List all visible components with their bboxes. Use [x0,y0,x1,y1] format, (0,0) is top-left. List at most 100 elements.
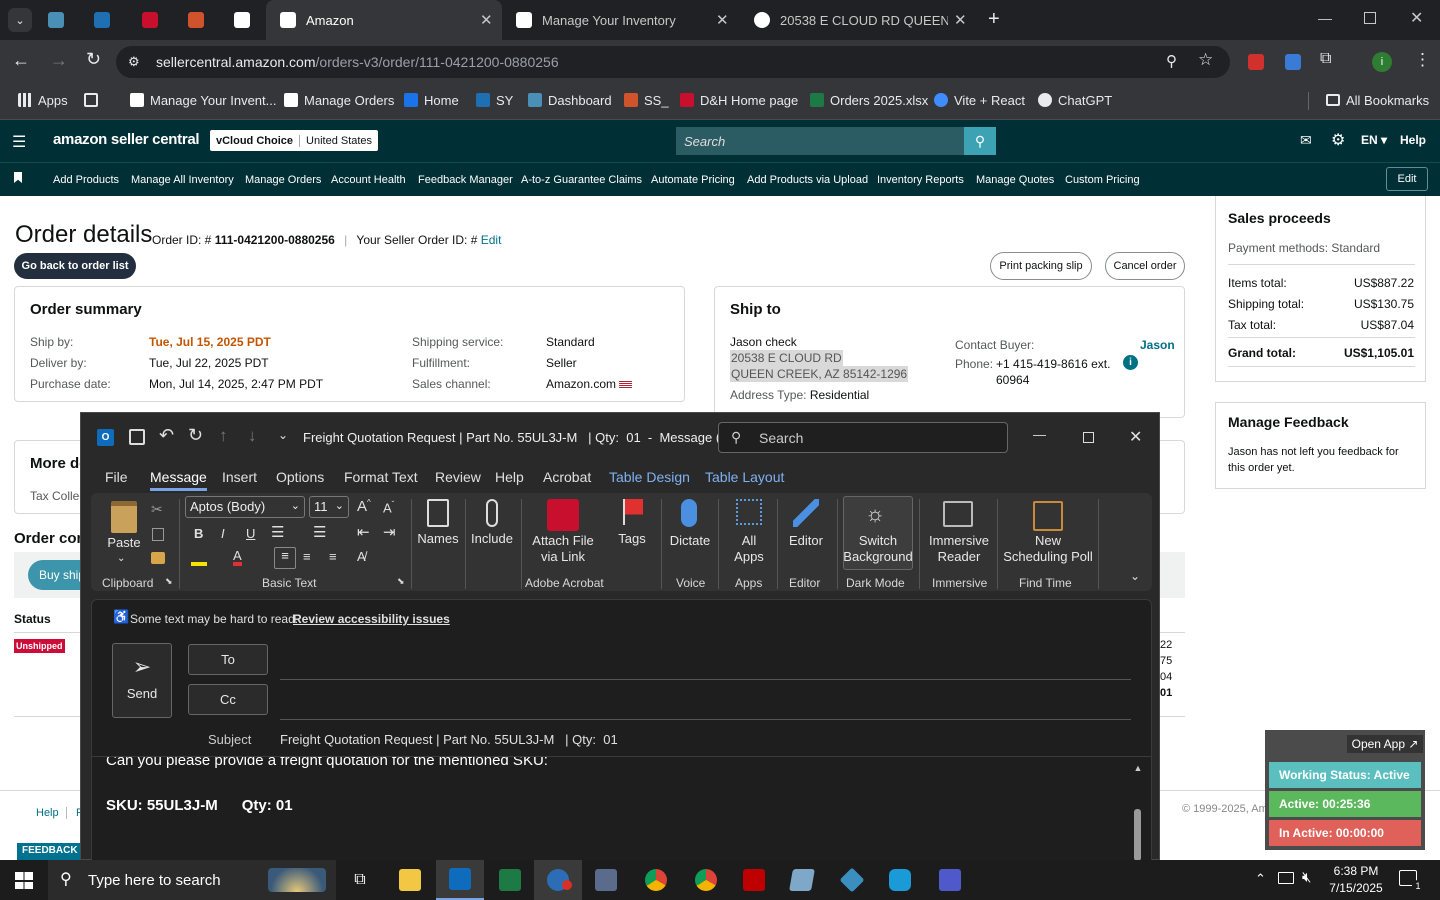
menu-message[interactable]: Message [150,469,207,491]
italic-icon[interactable]: I [221,526,225,541]
tab-pinned-1[interactable] [48,0,72,40]
switch-background-button[interactable]: Switch Background [841,533,915,565]
paste-button[interactable]: Paste [103,535,145,551]
restore-icon[interactable] [1364,12,1376,24]
menu-format-text[interactable]: Format Text [344,469,418,485]
menu-review[interactable]: Review [435,469,481,485]
nav-inventory-reports[interactable]: Inventory Reports [877,163,964,197]
app-taskbar-icon[interactable] [778,860,826,900]
underline-icon[interactable]: U [246,526,255,541]
nav-feedback-manager[interactable]: Feedback Manager [418,163,513,197]
close-tab-icon[interactable]: ✕ [954,11,967,29]
network-icon[interactable] [1278,872,1294,884]
dictate-button[interactable]: Dictate [666,533,714,549]
new-tab-icon[interactable]: + [988,8,1000,31]
clear-formatting-icon[interactable]: A̸ [357,549,366,564]
reload-icon[interactable]: ↻ [86,49,101,70]
mail-icon[interactable]: ✉ [1300,132,1312,149]
tab-pinned-2[interactable] [94,0,118,40]
scroll-up-icon[interactable]: ▲ [1133,763,1143,773]
extensions-puzzle-icon[interactable]: ⧉ [1320,50,1331,68]
print-packing-slip-button[interactable]: Print packing slip [990,252,1092,280]
shrink-font-icon[interactable]: Aˇ [383,500,394,515]
bookmark-manage-inventory[interactable]: Manage Your Invent... [130,84,276,116]
include-button[interactable]: Include [469,531,515,547]
bookmark-dashboard[interactable]: Dashboard [528,84,612,116]
tab-amazon[interactable]: Amazon ✕ [266,0,502,40]
menu-insert[interactable]: Insert [222,469,257,485]
editor-button[interactable]: Editor [781,533,831,549]
contact-buyer-link[interactable]: Jason [1140,338,1175,352]
hamburger-menu-icon[interactable]: ☰ [12,132,26,152]
cancel-order-button[interactable]: Cancel order [1105,252,1185,280]
include-paperclip-icon[interactable] [486,499,498,527]
info-icon[interactable]: i [1123,355,1138,370]
bookmark-dh-home[interactable]: D&H Home page [680,84,798,116]
nav-account-health[interactable]: Account Health [331,163,406,197]
app-taskbar-icon-2[interactable] [828,860,876,900]
all-bookmarks[interactable]: All Bookmarks [1326,84,1429,116]
bookmark-vite-react[interactable]: Vite + React [934,84,1025,116]
bullets-icon[interactable]: ☰ [271,523,284,541]
align-left-icon[interactable]: ≡ [274,547,296,569]
open-app-button[interactable]: Open App ↗ [1347,735,1423,753]
filezilla-icon[interactable] [730,860,778,900]
sc-search-input[interactable]: Search [676,127,964,155]
review-accessibility-link[interactable]: Review accessibility issues [293,612,450,626]
account-switcher[interactable]: vCloud Choice United States [210,130,379,151]
nav-add-products-upload[interactable]: Add Products via Upload [747,163,868,197]
nav-custom-pricing[interactable]: Custom Pricing [1065,163,1140,197]
address-bar[interactable]: ⚙ sellercentral.amazon.com/orders-v3/ord… [116,46,1230,78]
cut-icon[interactable]: ✂ [151,501,163,518]
chrome-taskbar-icon[interactable] [632,860,680,900]
settings-gear-icon[interactable]: ⚙ [1331,130,1345,150]
tab-manage-inventory[interactable]: Manage Your Inventory ✕ [506,0,742,40]
subject-field[interactable]: Freight Quotation Request | Part No. 55U… [280,732,618,747]
outlook-close-icon[interactable]: ✕ [1129,427,1142,447]
nav-manage-all-inventory[interactable]: Manage All Inventory [131,163,234,197]
editor-pen-icon[interactable] [793,499,819,527]
scheduling-poll-icon[interactable] [1033,501,1063,531]
language-selector[interactable]: EN ▾ [1361,133,1387,147]
outlook-taskbar-icon[interactable] [436,860,484,900]
down-arrow-icon[interactable]: ↓ [248,426,257,446]
nav-manage-quotes[interactable]: Manage Quotes [976,163,1054,197]
chrome-profile-taskbar-icon[interactable] [682,860,730,900]
tab-google-address[interactable]: 20538 E CLOUD RD QUEEN CRE ✕ [746,0,976,40]
acrobat-attach-icon[interactable] [547,499,579,531]
tags-flag-icon[interactable] [623,499,643,525]
body-scrollbar[interactable]: ▲ [1133,763,1143,861]
extension-icon[interactable] [1285,54,1301,70]
cc-field[interactable] [280,684,1131,720]
names-button[interactable]: Names [415,531,461,547]
file-explorer-icon[interactable] [386,860,434,900]
cc-button[interactable]: Cc [188,684,268,715]
start-windows-icon[interactable] [15,872,33,889]
bookmark-home[interactable]: Home [404,84,459,116]
numbering-icon[interactable]: ☰ [313,523,326,541]
tags-button[interactable]: Tags [611,531,653,547]
tab-pinned-5[interactable] [234,0,258,40]
decrease-indent-icon[interactable]: ⇤ [357,523,370,541]
sc-help-link[interactable]: Help [1400,133,1426,147]
dictate-mic-icon[interactable] [681,499,697,527]
app-taskbar-icon-3[interactable] [876,860,924,900]
bookmark-grid[interactable] [84,84,98,116]
seller-central-logo[interactable]: amazon seller central [53,131,200,148]
align-right-icon[interactable]: ≡ [329,549,337,564]
close-tab-icon[interactable]: ✕ [480,11,493,29]
acrobat-extension-icon[interactable] [1248,54,1264,70]
menu-file[interactable]: File [105,469,128,485]
paste-icon[interactable] [111,501,137,533]
immersive-reader-icon[interactable] [943,501,973,527]
copy-icon[interactable] [152,528,164,541]
immersive-reader-button[interactable]: Immersive Reader [923,533,995,565]
bookmark-orders-xlsx[interactable]: Orders 2025.xlsx [810,84,928,116]
seller-order-edit-link[interactable]: Edit [481,233,502,247]
up-arrow-icon[interactable]: ↑ [219,426,228,446]
bookmark-nav-icon[interactable] [14,172,22,183]
outlook-minimize-icon[interactable]: — [1033,427,1046,442]
save-icon[interactable] [129,429,145,445]
bookmark-chatgpt[interactable]: ChatGPT [1038,84,1112,116]
nav-automate-pricing[interactable]: Automate Pricing [651,163,735,197]
